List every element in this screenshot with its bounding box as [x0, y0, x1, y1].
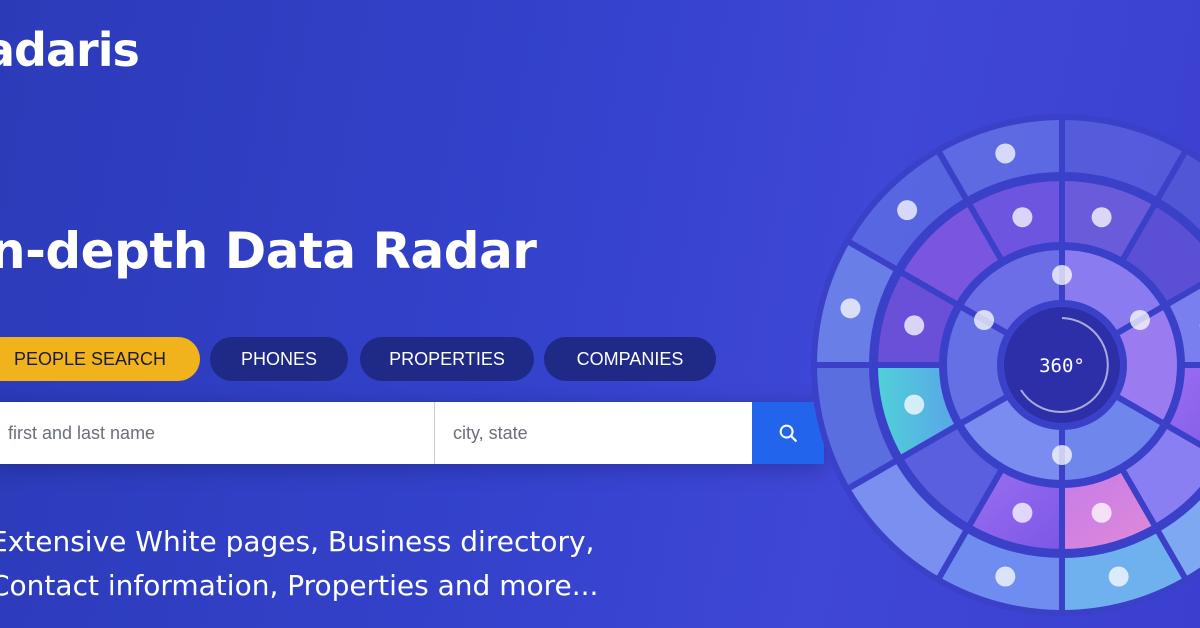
phone-question-icon	[995, 566, 1016, 587]
briefcase-icon	[1052, 265, 1072, 285]
building-icon	[1091, 502, 1112, 523]
users-icon	[974, 310, 995, 330]
tab-properties[interactable]: PROPERTIES	[360, 337, 534, 381]
person-search-icon	[897, 200, 918, 221]
name-search-input[interactable]	[0, 402, 435, 464]
search-bar	[0, 402, 824, 464]
brand-logo[interactable]: adaris	[0, 22, 140, 78]
radar-center-label: 360°	[1039, 355, 1085, 377]
location-pin-icon	[1012, 207, 1033, 228]
phone-icon	[904, 315, 925, 336]
handcuffs-icon	[1091, 207, 1112, 228]
tab-phones[interactable]: PHONES	[210, 337, 348, 381]
page-title: n-depth Data Radar	[0, 222, 537, 280]
radar-svg: 360°	[810, 113, 1200, 617]
heart-icon	[1108, 566, 1129, 587]
tagline-line-1: Extensive White pages, Business director…	[0, 525, 595, 558]
scales-icon	[1012, 502, 1033, 523]
location-search-input[interactable]	[435, 402, 752, 464]
tab-people-search[interactable]: PEOPLE SEARCH	[0, 337, 200, 381]
tab-companies[interactable]: COMPANIES	[544, 337, 716, 381]
image-icon	[1129, 310, 1150, 330]
tagline-line-2: Contact information, Properties and more…	[0, 569, 599, 602]
person-search-icon	[904, 394, 925, 415]
more-icon	[995, 143, 1016, 164]
data-radar-graphic: 360°	[760, 95, 1200, 628]
tagline: Extensive White pages, Business director…	[0, 520, 598, 608]
mail-icon	[1052, 445, 1072, 465]
checklist-icon	[840, 298, 861, 319]
